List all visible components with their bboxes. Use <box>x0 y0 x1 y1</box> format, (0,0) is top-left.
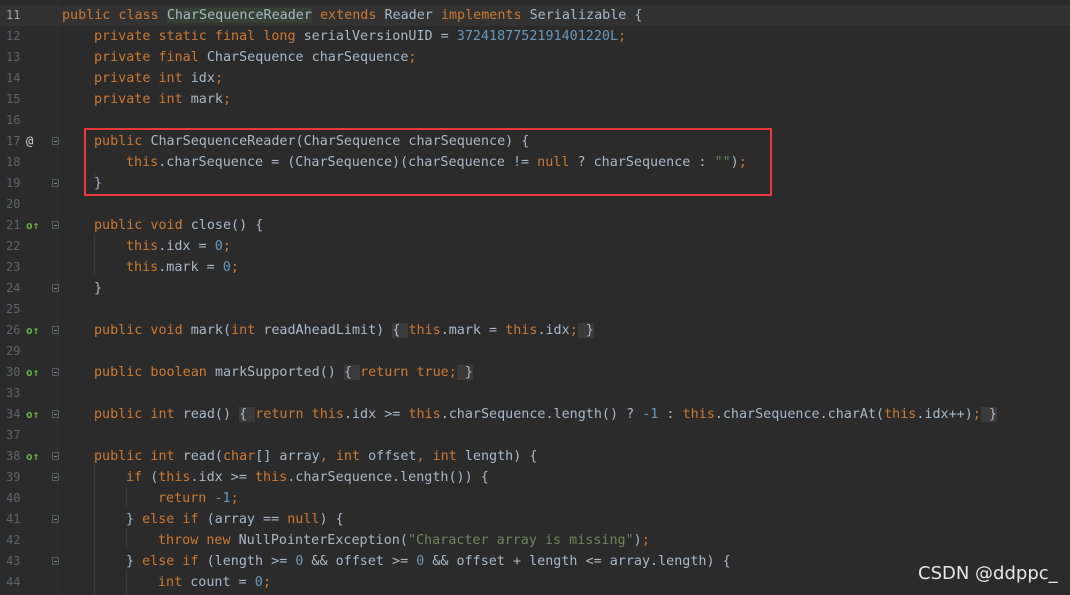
code-text[interactable]: int count = 0; <box>158 572 271 593</box>
line-number: 43 <box>6 554 21 568</box>
code-text[interactable]: this.mark = 0; <box>126 257 239 278</box>
implements-method-icon[interactable]: o↑ <box>26 320 39 341</box>
implements-method-icon[interactable]: o↑ <box>26 362 39 383</box>
line-number: 25 <box>6 302 21 316</box>
code-line[interactable]: 15 private int mark; <box>0 89 1070 110</box>
code-text[interactable]: public void close() { <box>94 215 263 236</box>
code-line[interactable]: 24 } <box>0 278 1070 299</box>
code-line[interactable]: 44 int count = 0; <box>0 572 1070 593</box>
code-line[interactable]: 12 private static final long serialVersi… <box>0 26 1070 47</box>
implements-method-icon[interactable]: o↑ <box>26 215 39 236</box>
code-text[interactable]: private static final long serialVersionU… <box>94 26 626 47</box>
code-line[interactable]: 37 <box>0 425 1070 446</box>
code-text[interactable]: } <box>94 278 102 299</box>
line-number: 16 <box>6 113 21 127</box>
code-text[interactable]: } else if (array == null) { <box>126 509 344 530</box>
code-text[interactable]: } else if (length >= 0 && offset >= 0 &&… <box>126 551 731 572</box>
code-text[interactable]: private int mark; <box>94 89 231 110</box>
folded-brace: { <box>392 323 409 338</box>
folded-brace: } <box>980 407 997 422</box>
line-number: 15 <box>6 92 21 106</box>
code-text[interactable]: return -1; <box>158 488 239 509</box>
fold-toggle-icon[interactable] <box>52 179 59 187</box>
fold-toggle-icon[interactable] <box>52 137 59 145</box>
code-text[interactable]: this.idx = 0; <box>126 236 231 257</box>
selected-class-name: CharSequenceReader <box>166 8 312 23</box>
line-number: 18 <box>6 155 21 169</box>
line-number: 37 <box>6 428 21 442</box>
line-number: 12 <box>6 29 21 43</box>
line-number: 38 <box>6 449 21 463</box>
line-number: 23 <box>6 260 21 274</box>
line-number: 40 <box>6 491 21 505</box>
fold-toggle-icon[interactable] <box>52 557 59 565</box>
fold-toggle-icon[interactable] <box>52 284 59 292</box>
line-number: 19 <box>6 176 21 190</box>
line-number: 34 <box>6 407 21 421</box>
line-number: 44 <box>6 575 21 589</box>
code-line[interactable]: 21 o↑ public void close() { <box>0 215 1070 236</box>
code-line[interactable]: 30 o↑ public boolean markSupported() { r… <box>0 362 1070 383</box>
fold-toggle-icon[interactable] <box>52 473 59 481</box>
line-number: 20 <box>6 197 21 211</box>
code-line[interactable]: 33 <box>0 383 1070 404</box>
code-text[interactable]: if (this.idx >= this.charSequence.length… <box>126 467 489 488</box>
code-line[interactable]: 14 private int idx; <box>0 68 1070 89</box>
line-number: 21 <box>6 218 21 232</box>
line-number: 22 <box>6 239 21 253</box>
code-line[interactable]: 26 o↑ public void mark(int readAheadLimi… <box>0 320 1070 341</box>
line-number: 29 <box>6 344 21 358</box>
code-line[interactable]: 38 o↑ public int read(char[] array, int … <box>0 446 1070 467</box>
folded-brace: } <box>456 365 473 380</box>
code-text[interactable]: public int read() { return this.idx >= t… <box>94 404 997 425</box>
line-number: 41 <box>6 512 21 526</box>
code-line[interactable]: 13 private final CharSequence charSequen… <box>0 47 1070 68</box>
code-text[interactable]: public void mark(int readAheadLimit) { t… <box>94 320 594 341</box>
folded-brace: { <box>343 365 361 380</box>
code-editor[interactable]: 11 public class CharSequenceReader exten… <box>0 0 1070 595</box>
line-number: 39 <box>6 470 21 484</box>
code-line[interactable]: 34 o↑ public int read() { return this.id… <box>0 404 1070 425</box>
implements-method-icon[interactable]: o↑ <box>26 404 39 425</box>
highlight-box <box>84 128 772 196</box>
code-line[interactable]: 23 this.mark = 0; <box>0 257 1070 278</box>
code-text[interactable]: private final CharSequence charSequence; <box>94 47 416 68</box>
code-line[interactable]: 41 } else if (array == null) { <box>0 509 1070 530</box>
line-number: 30 <box>6 365 21 379</box>
line-number: 24 <box>6 281 21 295</box>
fold-toggle-icon[interactable] <box>52 410 59 418</box>
watermark: CSDN @ddppc_ <box>918 563 1058 584</box>
code-line[interactable]: 20 <box>0 194 1070 215</box>
line-number: 11 <box>6 8 21 22</box>
code-line[interactable]: 40 return -1; <box>0 488 1070 509</box>
code-line[interactable]: 11 public class CharSequenceReader exten… <box>0 5 1070 26</box>
code-text[interactable]: public class CharSequenceReader extends … <box>62 5 643 26</box>
overrides-at-icon[interactable]: @ <box>26 131 33 152</box>
fold-toggle-icon[interactable] <box>52 221 59 229</box>
line-number: 13 <box>6 50 21 64</box>
folded-brace: { <box>239 407 256 422</box>
line-number: 17 <box>6 134 21 148</box>
code-line[interactable]: 22 this.idx = 0; <box>0 236 1070 257</box>
line-number: 42 <box>6 533 21 547</box>
code-text[interactable]: throw new NullPointerException("Characte… <box>158 530 650 551</box>
line-number: 26 <box>6 323 21 337</box>
code-line[interactable]: 29 <box>0 341 1070 362</box>
code-text[interactable]: public boolean markSupported() { return … <box>94 362 473 383</box>
code-line[interactable]: 43 } else if (length >= 0 && offset >= 0… <box>0 551 1070 572</box>
implements-method-icon[interactable]: o↑ <box>26 446 39 467</box>
fold-toggle-icon[interactable] <box>52 326 59 334</box>
code-text[interactable]: private int idx; <box>94 68 223 89</box>
code-line[interactable]: 25 <box>0 299 1070 320</box>
folded-brace: } <box>577 323 594 338</box>
code-text[interactable]: public int read(char[] array, int offset… <box>94 446 537 467</box>
line-number: 14 <box>6 71 21 85</box>
fold-toggle-icon[interactable] <box>52 368 59 376</box>
code-line[interactable]: 42 throw new NullPointerException("Chara… <box>0 530 1070 551</box>
fold-toggle-icon[interactable] <box>52 452 59 460</box>
fold-toggle-icon[interactable] <box>52 515 59 523</box>
line-number: 33 <box>6 386 21 400</box>
code-line[interactable]: 39 if (this.idx >= this.charSequence.len… <box>0 467 1070 488</box>
